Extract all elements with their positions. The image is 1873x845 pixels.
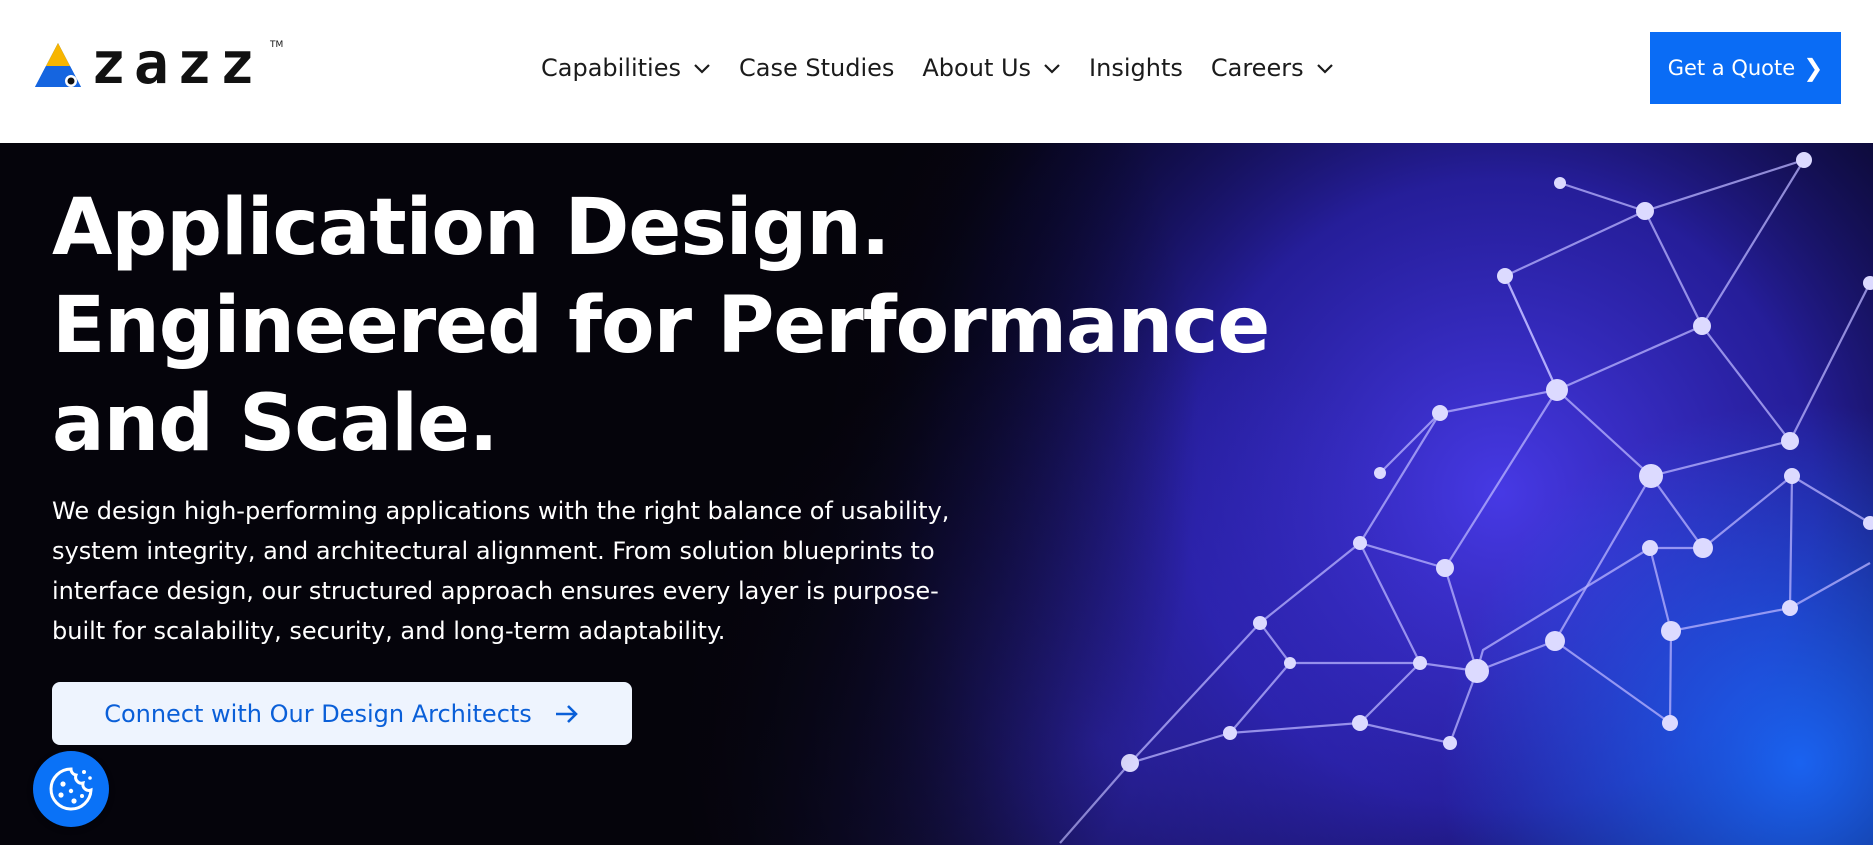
zazz-logo[interactable]: zazz TM: [33, 34, 283, 92]
nav-item-careers[interactable]: Careers: [1211, 54, 1334, 82]
nav-item-about-us[interactable]: About Us: [922, 54, 1061, 82]
nav-item-label: Careers: [1210, 54, 1304, 82]
nav-item-case-studies[interactable]: Case Studies: [739, 54, 894, 82]
hero-title-line: Application Design.: [52, 183, 890, 273]
logo-mark-icon: [35, 43, 81, 87]
chevron-down-icon: [1044, 64, 1060, 74]
chevron-right-icon: ❯: [1803, 54, 1824, 82]
get-a-quote-label: Get a Quote: [1667, 56, 1796, 80]
logo-trademark: TM: [270, 40, 284, 50]
cookie-icon: [49, 767, 93, 811]
nav-item-label: Case Studies: [739, 54, 895, 82]
nav-item-insights[interactable]: Insights: [1089, 54, 1183, 82]
nav-item-label: Insights: [1089, 54, 1183, 82]
hero-title-line: Engineered for Performance: [52, 281, 1270, 371]
nav-item-label: About Us: [922, 54, 1032, 82]
main-nav: Capabilities Case Studies About Us Insig…: [541, 48, 1334, 88]
hero-section: Application Design. Engineered for Perfo…: [0, 143, 1873, 845]
hero-title-line: and Scale.: [52, 379, 498, 469]
hero-description: We design high-performing applications w…: [52, 497, 950, 645]
hero-title: Application Design. Engineered for Perfo…: [52, 179, 1332, 473]
site-header: zazz TM Capabilities Case Studies About …: [0, 0, 1873, 143]
get-a-quote-button[interactable]: Get a Quote ❯: [1650, 32, 1841, 104]
logo-wordmark: zazz: [91, 29, 263, 97]
arrow-right-icon: [555, 704, 578, 723]
cookie-settings-button[interactable]: [33, 751, 109, 827]
connect-with-design-architects-button[interactable]: Connect with Our Design Architects: [52, 682, 632, 745]
cta-label: Connect with Our Design Architects: [104, 699, 532, 728]
chevron-down-icon: [1316, 64, 1333, 74]
chevron-down-icon: [694, 64, 710, 74]
nav-item-capabilities[interactable]: Capabilities: [541, 54, 711, 82]
nav-item-label: Capabilities: [541, 54, 681, 82]
